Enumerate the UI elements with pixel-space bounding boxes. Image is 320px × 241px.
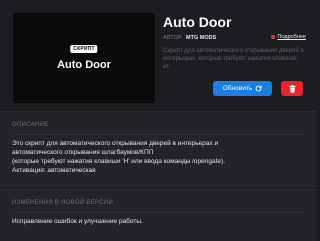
description-line: Это скрипт для автоматического открывани… (12, 140, 219, 147)
refresh-icon (255, 85, 262, 92)
short-description-line: Скрипт для автоматического открывания дв… (163, 48, 304, 54)
author-label: АВТОР (163, 35, 183, 41)
more-link-label: Подробнее (277, 34, 306, 40)
description-header: ОПИСАНИЕ (12, 122, 49, 128)
update-button-label: Обновить (222, 85, 253, 92)
description-text: Это скрипт для автоматического открывани… (12, 139, 304, 175)
mod-card-header: СКРИПТ Auto Door Auto Door АВТОР MTG MOD… (0, 0, 316, 108)
more-link[interactable]: Подробнее (271, 34, 306, 40)
trash-icon (289, 84, 295, 93)
description-section: ОПИСАНИЕ Это скрипт для автоматического … (0, 111, 316, 187)
dot-icon (271, 35, 276, 39)
thumbnail-title: Auto Door (57, 59, 111, 71)
description-line: Активация: автоматическая (12, 167, 96, 174)
mod-title: Auto Door (163, 14, 232, 30)
thumbnail-badge: СКРИПТ (70, 45, 98, 53)
short-description-line: интерьерах, которые требуют нажатия клав… (163, 56, 297, 62)
description-line: (которые требуют нажатия клавиши 'H' или… (12, 158, 226, 165)
changes-section: ИЗМЕНЕНИЯ В НОВОЙ ВЕРСИИ Исправление оши… (0, 189, 316, 241)
description-line: автоматического открывания шлагбаумов/КП… (12, 149, 154, 156)
divider (12, 212, 304, 213)
changes-text: Исправление ошибок и улучшение работы. (12, 218, 143, 225)
update-button[interactable]: Обновить (213, 81, 272, 96)
changes-header: ИЗМЕНЕНИЯ В НОВОЙ ВЕРСИИ (12, 200, 114, 206)
delete-button[interactable] (281, 81, 303, 96)
author-name: MTG MODS (186, 35, 217, 41)
divider (12, 134, 304, 135)
author-row: АВТОР MTG MODS Подробнее (163, 34, 308, 44)
short-description: Скрипт для автоматического открывания дв… (163, 47, 308, 71)
mod-thumbnail: СКРИПТ Auto Door (13, 13, 155, 103)
short-description-line: ит. (163, 64, 171, 70)
